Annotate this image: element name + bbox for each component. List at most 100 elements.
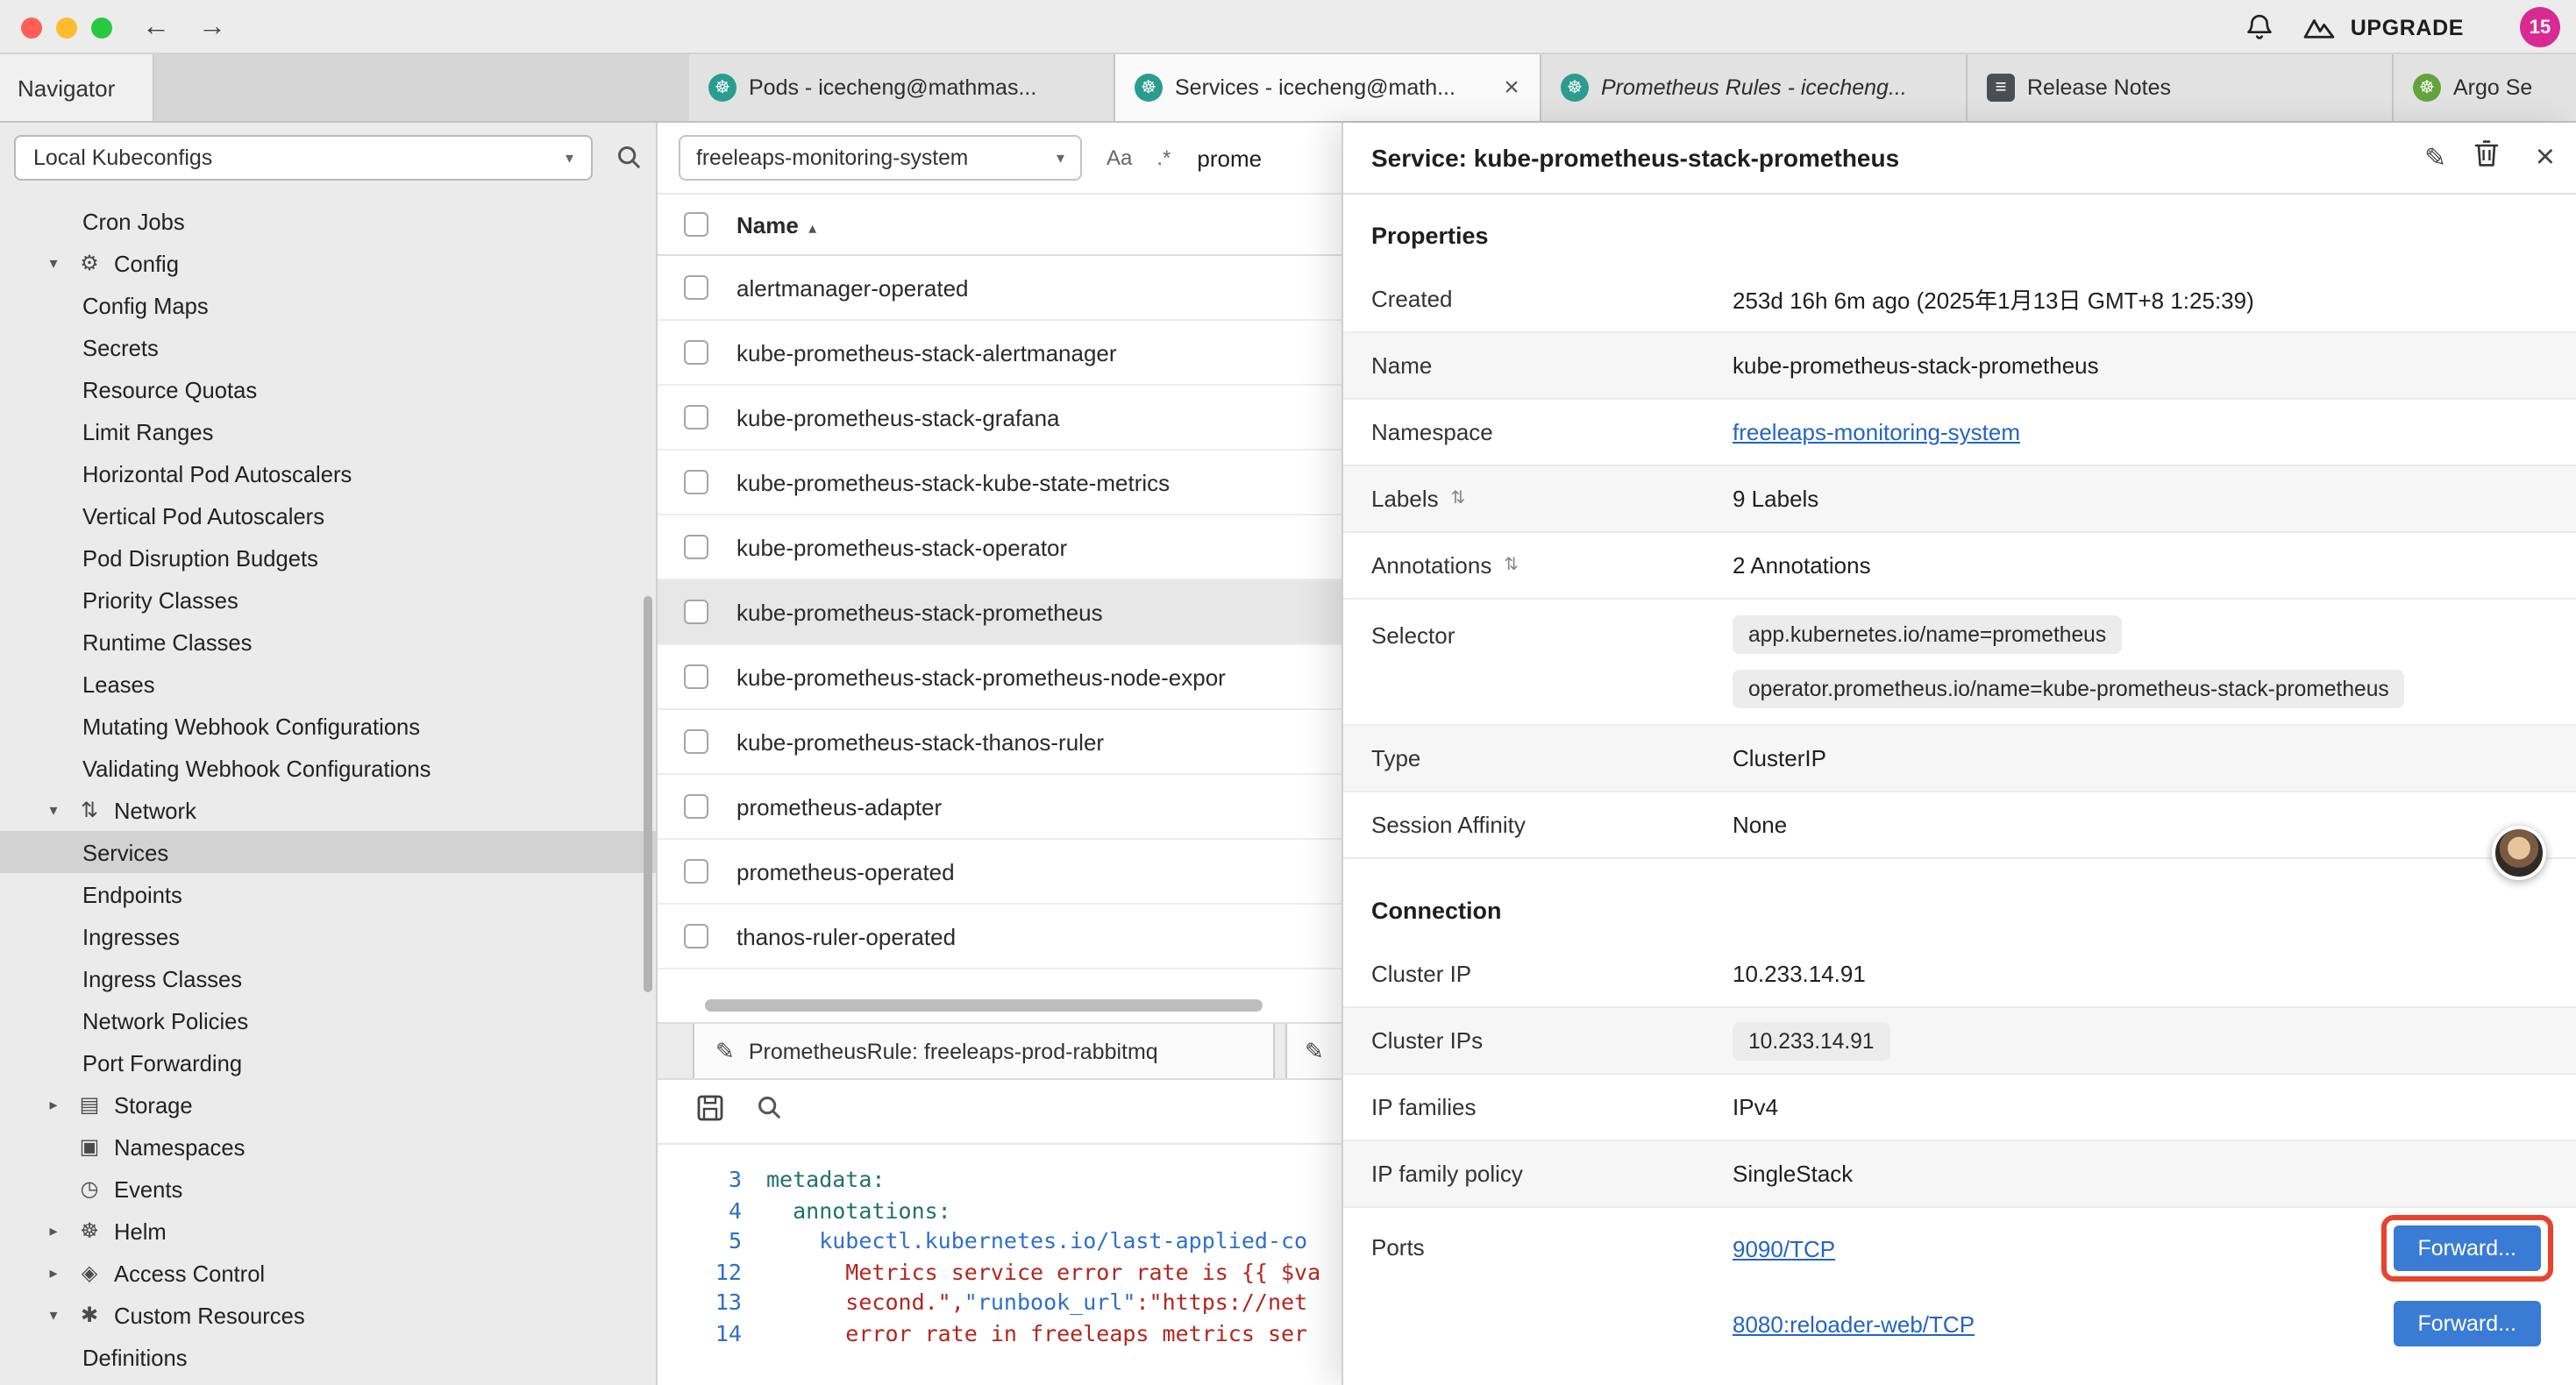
sidebar-item-config-maps[interactable]: Config Maps [0,284,656,326]
name-column-header[interactable]: Name ▴ [737,211,816,238]
row-checkbox[interactable] [684,275,708,300]
sidebar-item-helm[interactable]: ▸☸Helm [0,1210,656,1252]
table-row[interactable]: kube-prometheus-stack-prometheus-node-ex… [658,645,1341,710]
sidebar-item-namespaces[interactable]: ▣Namespaces [0,1126,656,1168]
table-row[interactable]: thanos-ruler-operated [658,905,1341,970]
row-checkbox[interactable] [684,924,708,948]
dock-tab-prometheusrule[interactable]: ✎ PrometheusRule: freeleaps-prod-rabbitm… [693,1024,1275,1078]
sidebar-item-mutating-webhook-configurations[interactable]: Mutating Webhook Configurations [0,705,656,747]
tab-services-icecheng-math[interactable]: ☸Services - icecheng@math...× [1115,54,1541,121]
sidebar-item-secrets[interactable]: Secrets [0,326,656,368]
close-icon[interactable]: × [2536,141,2555,174]
sidebar-scrollbar[interactable] [644,596,652,992]
search-icon[interactable] [616,144,642,179]
sidebar-item-leases[interactable]: Leases [0,663,656,705]
table-row[interactable]: kube-prometheus-stack-operator [658,515,1341,580]
forward-arrow-icon[interactable]: → [193,5,231,49]
table-row[interactable]: kube-prometheus-stack-kube-state-metrics [658,451,1341,515]
tab-release-notes[interactable]: ≡Release Notes [1968,54,2394,121]
tab-pods-icecheng-mathmas[interactable]: ☸Pods - icecheng@mathmas... [689,54,1115,121]
table-row[interactable]: kube-prometheus-stack-thanos-ruler [658,710,1341,775]
dock-tab-partial[interactable]: ✎ [1285,1024,1341,1078]
table-row[interactable]: kube-prometheus-stack-grafana [658,386,1341,451]
port-link-9090[interactable]: 9090/TCP [1733,1235,1835,1261]
sidebar-item-resource-quotas[interactable]: Resource Quotas [0,368,656,410]
match-case-toggle[interactable]: Aa [1096,142,1142,174]
sidebar-item-ingress-classes[interactable]: Ingress Classes [0,957,656,999]
table-row[interactable]: kube-prometheus-stack-alertmanager [658,321,1341,386]
close-icon[interactable]: × [1498,73,1526,103]
sidebar-item-config[interactable]: ▾⚙Config [0,242,656,284]
titlebar: ← → UPGRADE 15 [0,0,2576,54]
bell-icon[interactable] [2245,12,2274,51]
search-field[interactable]: Aa .* prome [1096,135,1262,181]
horizontal-scrollbar[interactable] [658,999,1341,1013]
table-row[interactable]: prometheus-adapter [658,775,1341,840]
tab-argo-se[interactable]: ☸Argo Se [2394,54,2576,121]
chevron-right-icon[interactable]: ▸ [42,1221,65,1240]
select-all-checkbox[interactable] [684,212,708,237]
chevron-down-icon[interactable]: ▾ [42,1305,65,1325]
sidebar-item-endpoints[interactable]: Endpoints [0,873,656,915]
search-input-value[interactable]: prome [1197,145,1262,171]
window-close-button[interactable] [21,18,42,39]
pencil-icon: ✎ [1305,1037,1324,1065]
trash-icon[interactable] [2474,139,2499,176]
table-row[interactable]: prometheus-operated [658,840,1341,905]
sidebar-item-network[interactable]: ▾⇅Network [0,789,656,831]
participant-avatar[interactable] [2492,826,2546,880]
row-checkbox[interactable] [684,535,708,559]
sidebar-item-access-control[interactable]: ▸◈Access Control [0,1252,656,1294]
chevron-right-icon[interactable]: ▸ [42,1095,65,1114]
chevron-down-icon[interactable]: ▾ [42,253,65,273]
forward-button[interactable]: Forward... [2393,1301,2541,1346]
sidebar-item-port-forwarding[interactable]: Port Forwarding [0,1041,656,1083]
sidebar-item-ingresses[interactable]: Ingresses [0,915,656,957]
window-zoom-button[interactable] [91,18,112,39]
search-icon[interactable] [756,1094,782,1129]
window-minimize-button[interactable] [56,18,77,39]
sidebar-item-limit-ranges[interactable]: Limit Ranges [0,410,656,452]
row-checkbox[interactable] [684,600,708,624]
scrollbar-thumb[interactable] [705,999,1263,1012]
kubeconfig-selector[interactable]: Local Kubeconfigs ▾ [14,135,593,181]
regex-toggle[interactable]: .* [1146,142,1181,174]
table-row[interactable]: kube-prometheus-stack-prometheus [658,580,1341,645]
sidebar-item-cron-jobs[interactable]: Cron Jobs [0,200,656,242]
port-link-8080-reloader-web[interactable]: 8080:reloader-web/TCP [1733,1310,1975,1337]
tab-prometheus-rules-icecheng[interactable]: ☸Prometheus Rules - icecheng... [1541,54,1968,121]
chevron-down-icon[interactable]: ▾ [42,800,65,820]
sidebar-item-validating-webhook-configurations[interactable]: Validating Webhook Configurations [0,747,656,789]
expand-toggle-icon[interactable]: ⇅ [1451,489,1466,508]
table-row[interactable]: alertmanager-operated [658,256,1341,321]
row-checkbox[interactable] [684,859,708,884]
namespace-link[interactable]: freeleaps-monitoring-system [1733,419,2020,445]
row-checkbox[interactable] [684,729,708,754]
sidebar-item-runtime-classes[interactable]: Runtime Classes [0,621,656,663]
sidebar-item-network-policies[interactable]: Network Policies [0,999,656,1041]
row-checkbox[interactable] [684,794,708,819]
back-arrow-icon[interactable]: ← [137,5,175,49]
sidebar-item-services[interactable]: Services [0,831,656,873]
sidebar-item-priority-classes[interactable]: Priority Classes [0,579,656,621]
sidebar-item-custom-resources[interactable]: ▾✱Custom Resources [0,1294,656,1336]
row-checkbox[interactable] [684,405,708,430]
chevron-right-icon[interactable]: ▸ [42,1263,65,1282]
expand-toggle-icon[interactable]: ⇅ [1504,556,1519,575]
save-icon[interactable] [696,1093,724,1130]
upgrade-button[interactable]: UPGRADE [2303,14,2464,40]
notification-badge[interactable]: 15 [2520,7,2560,47]
row-checkbox[interactable] [684,664,708,689]
sidebar-item-storage[interactable]: ▸▤Storage [0,1083,656,1126]
yaml-editor[interactable]: 3metadata:4 annotations:5 kubectl.kubern… [658,1143,1341,1385]
sidebar-item-events[interactable]: ◷Events [0,1168,656,1210]
forward-button[interactable]: Forward... [2393,1225,2541,1271]
row-checkbox[interactable] [684,340,708,365]
namespace-filter-dropdown[interactable]: freeleaps-monitoring-system ▾ [679,135,1082,181]
sidebar-item-vertical-pod-autoscalers[interactable]: Vertical Pod Autoscalers [0,494,656,536]
row-checkbox[interactable] [684,470,708,494]
edit-icon[interactable]: ✎ [2424,142,2446,174]
sidebar-item-horizontal-pod-autoscalers[interactable]: Horizontal Pod Autoscalers [0,452,656,494]
sidebar-item-definitions[interactable]: Definitions [0,1336,656,1378]
sidebar-item-pod-disruption-budgets[interactable]: Pod Disruption Budgets [0,536,656,579]
